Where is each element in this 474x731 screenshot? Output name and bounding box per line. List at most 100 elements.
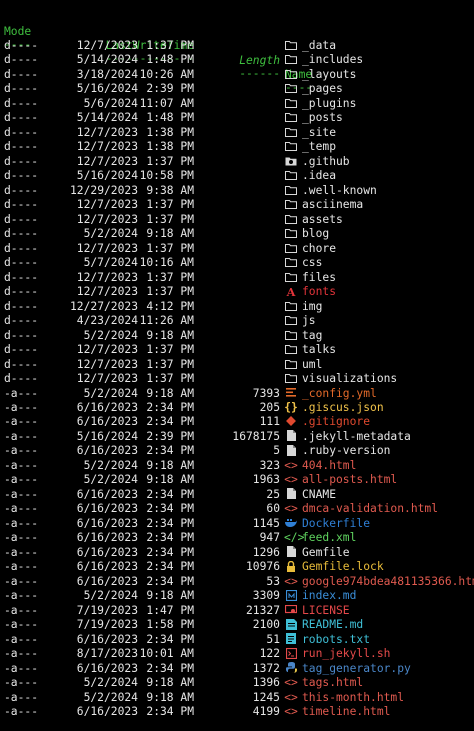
entry-name: .github (302, 154, 350, 168)
file-icon (284, 430, 298, 445)
entry-mode: d---- (4, 285, 39, 299)
directory-row: d---- 5/2/2024 9:18 AM blog (0, 227, 474, 242)
directory-row: d---- 5/14/2024 1:48 PM _includes (0, 53, 474, 68)
entry-name: robots.txt (302, 632, 371, 646)
entry-length: 205 (259, 401, 280, 414)
entry-mode: -a--- (4, 574, 39, 588)
entry-name: .ruby-version (302, 444, 391, 458)
folder-icon (284, 140, 298, 155)
entry-mode: -a--- (4, 487, 39, 501)
entry-time: 2:34 PM (146, 560, 194, 574)
file-row: -a--- 6/16/2023 2:34 PM 1145 Dockerfile (0, 517, 474, 532)
entry-mode: d---- (4, 82, 39, 96)
entry-length: 1245 (252, 690, 280, 704)
terminal-window: Mode LastWriteTime Length Name ---- ----… (0, 0, 474, 731)
entry-mode: -a--- (4, 386, 39, 400)
entry-date: 12/7/2023 (76, 285, 138, 299)
license-icon (284, 604, 298, 619)
file-row: -a--- 5/2/2024 9:18 AM 1245 <> this-month.htm… (0, 691, 474, 706)
entry-date: 5/2/2024 (83, 676, 138, 690)
html-icon: <> (284, 574, 298, 588)
directory-row: d---- 12/7/2023 1:37 PM .github (0, 155, 474, 170)
entry-mode: -a--- (4, 603, 39, 617)
entry-date: 12/7/2023 (76, 39, 138, 52)
entry-date: 6/16/2023 (76, 444, 138, 458)
entry-date: 5/6/2024 (83, 96, 138, 110)
entry-name: _includes (302, 53, 364, 67)
entry-length: 323 (259, 458, 280, 472)
entry-time: 2:34 PM (146, 401, 194, 414)
entry-name: talks (302, 343, 337, 357)
entry-time: 2:34 PM (146, 632, 194, 646)
entry-length: 5 (273, 444, 280, 458)
entry-time: 4:12 PM (146, 299, 194, 313)
entry-mode: d---- (4, 372, 39, 386)
directory-row: d---- 12/7/2023 1:37 PM _data (0, 39, 474, 54)
entry-date: 12/7/2023 (76, 125, 138, 139)
entry-time: 10:58 PM (139, 169, 194, 183)
entry-name: fonts (302, 285, 337, 299)
entry-mode: d---- (4, 67, 39, 81)
file-row: -a--- 6/16/2023 2:34 PM 51 robots.txt (0, 633, 474, 648)
entry-mode: d---- (4, 357, 39, 371)
file-row: -a--- 5/2/2024 9:18 AM 3309 index.md (0, 589, 474, 604)
directory-row: d---- 12/7/2023 1:37 PM talks (0, 343, 474, 358)
directory-row: d---- 5/14/2024 1:48 PM _posts (0, 111, 474, 126)
python-icon (284, 662, 298, 677)
file-row: -a--- 5/2/2024 9:18 AM 7393 _config.yml (0, 387, 474, 402)
file-row: -a--- 8/17/2023 10:01 AM 122 run_jekyll.sh (0, 647, 474, 662)
entry-mode: d---- (4, 227, 39, 241)
entry-name: .gitignore (302, 415, 371, 429)
entry-time: 9:18 AM (146, 473, 194, 487)
git-icon (284, 415, 298, 430)
entry-date: 7/19/2023 (76, 618, 138, 632)
entry-name: tags.html (302, 676, 364, 690)
entry-date: 12/7/2023 (76, 270, 138, 284)
entry-mode: d---- (4, 241, 39, 255)
file-icon (284, 444, 298, 459)
entry-date: 8/17/2023 (76, 647, 138, 661)
directory-row: d---- 12/7/2023 1:37 PM assets (0, 213, 474, 228)
entry-time: 9:18 AM (146, 328, 194, 342)
file-row: -a--- 6/16/2023 2:34 PM 1296 Gemfile (0, 546, 474, 561)
docker-icon (284, 517, 298, 532)
entry-time: 1:37 PM (146, 343, 194, 357)
entry-mode: d---- (4, 183, 39, 197)
entry-name: visualizations (302, 372, 398, 386)
entry-date: 6/16/2023 (76, 502, 138, 516)
entry-mode: -a--- (4, 589, 39, 603)
entry-time: 2:34 PM (146, 545, 194, 559)
folder-icon (284, 97, 298, 112)
folder-icon (284, 343, 298, 358)
entry-length: 10976 (245, 560, 280, 574)
entry-mode: d---- (4, 140, 39, 154)
folder-icon (284, 198, 298, 213)
file-row: -a--- 6/16/2023 2:34 PM 111 .gitignore (0, 415, 474, 430)
entry-name: _temp (302, 140, 337, 154)
directory-row: d---- 5/6/2024 11:07 AM _plugins (0, 97, 474, 112)
entry-mode: -a--- (4, 647, 39, 661)
json-icon: {} (284, 401, 298, 414)
entry-mode: d---- (4, 256, 39, 270)
entry-name: _config.yml (302, 386, 377, 400)
entry-mode: -a--- (4, 632, 39, 646)
entry-time: 9:18 AM (146, 386, 194, 400)
entry-date: 12/29/2023 (69, 183, 138, 197)
entry-time: 1:37 PM (146, 357, 194, 371)
entry-length: 111 (259, 415, 280, 429)
entry-time: 9:18 AM (146, 227, 194, 241)
entry-time: 1:48 PM (146, 53, 194, 67)
directory-row: d---- 12/7/2023 1:37 PM visualizations (0, 372, 474, 387)
entry-date: 12/7/2023 (76, 140, 138, 154)
directory-row: d---- 12/7/2023 1:37 PM chore (0, 242, 474, 257)
file-row: -a--- 7/19/2023 1:47 PM 21327 LICENSE (0, 604, 474, 619)
file-row: -a--- 6/16/2023 2:34 PM 10976 Gemfile.lock (0, 560, 474, 575)
entry-time: 1:48 PM (146, 111, 194, 125)
xml-icon: </> (284, 531, 305, 545)
entry-time: 1:37 PM (146, 270, 194, 284)
entry-date: 7/19/2023 (76, 603, 138, 617)
entry-name: README.md (302, 618, 364, 632)
entry-mode: d---- (4, 270, 39, 284)
file-row: -a--- 6/16/2023 2:34 PM 4199 <> timeline.html (0, 705, 474, 720)
entry-mode: -a--- (4, 429, 39, 443)
